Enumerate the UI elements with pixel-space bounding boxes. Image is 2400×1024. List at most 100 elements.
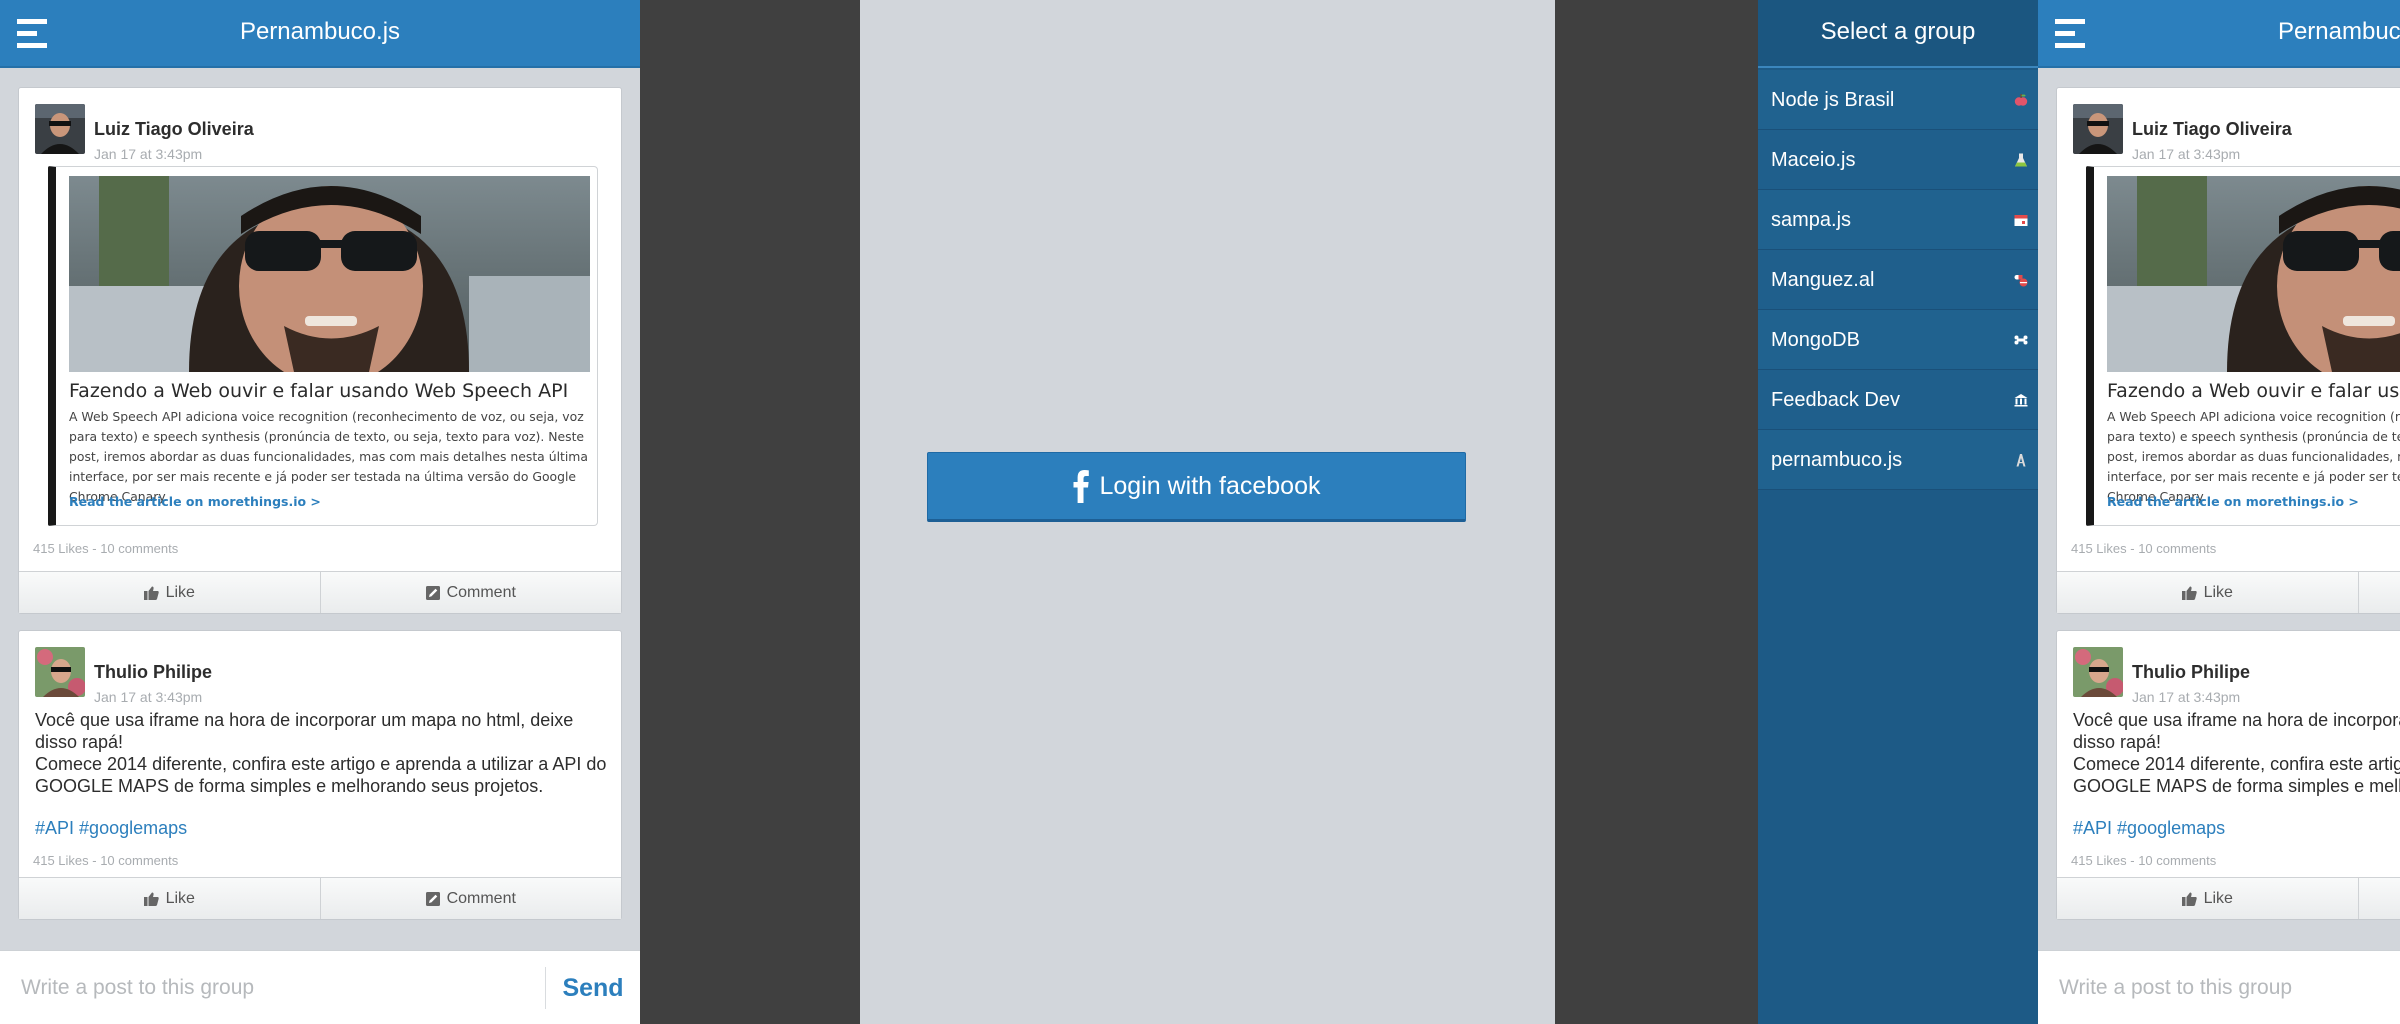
comment-label: Comment bbox=[446, 889, 516, 907]
calendar-icon bbox=[2014, 215, 2028, 226]
post-stats: 415 Likes - 10 comments bbox=[33, 853, 179, 868]
groups-title: Select a group bbox=[1820, 18, 1976, 45]
bank-icon bbox=[2014, 394, 2028, 407]
comment-label: Comment bbox=[446, 583, 516, 601]
post-date: Jan 17 at 3:43pm bbox=[94, 146, 203, 162]
article-excerpt: A Web Speech API adiciona voice recognit… bbox=[2107, 409, 2400, 504]
post-stats: 415 Likes - 10 comments bbox=[2071, 541, 2217, 556]
feed-panel: Pernambuco.js Luiz Tiago Oliveira Jan 17… bbox=[0, 0, 640, 1024]
feed-screen: Pernambuco.js Luiz Tiago Oliveira Jan 17… bbox=[2038, 0, 2400, 1024]
thumbs-up-icon bbox=[2181, 586, 2197, 600]
group-name: sampa.js bbox=[1771, 209, 1852, 231]
post-card: Thulio Philipe Jan 17 at 3:43pm Você que… bbox=[18, 630, 622, 920]
like-button[interactable]: Like bbox=[19, 878, 320, 919]
top-bar: Pernambuco.js bbox=[0, 0, 640, 68]
group-item-maceio-js[interactable]: Maceio.js bbox=[1758, 130, 2038, 190]
tower-icon bbox=[2016, 454, 2026, 467]
group-title: Pernambuco.js bbox=[239, 18, 401, 45]
comment-button[interactable]: Comment bbox=[319, 572, 622, 613]
facebook-login-button[interactable]: Login with facebook bbox=[927, 452, 1466, 522]
flask-icon bbox=[2015, 153, 2027, 167]
pills-icon bbox=[2014, 275, 2028, 287]
article-image bbox=[69, 176, 590, 372]
avatar[interactable] bbox=[2073, 647, 2123, 697]
group-item-sampa-js[interactable]: sampa.js bbox=[1758, 190, 2038, 250]
avatar[interactable] bbox=[2073, 104, 2123, 154]
hashtag-link[interactable]: #googlemaps bbox=[79, 818, 187, 838]
post-text-line: Você que usa iframe na hora de incorpora… bbox=[2073, 710, 2400, 752]
like-label: Like bbox=[165, 889, 195, 907]
group-name: Node js Brasil bbox=[1771, 89, 1895, 111]
post-tags: #API #googlemaps bbox=[35, 818, 187, 839]
hashtag-link[interactable]: #googlemaps bbox=[2117, 818, 2225, 838]
post-body: Você que usa iframe na hora de incorpora… bbox=[35, 709, 610, 797]
group-item-node-js-brasil[interactable]: Node js Brasil bbox=[1758, 70, 2038, 130]
post-composer: Send bbox=[0, 950, 640, 1024]
group-name: pernambuco.js bbox=[1771, 449, 1903, 471]
group-item-mongodb[interactable]: MongoDB bbox=[1758, 310, 2038, 370]
group-item-pernambuco-js[interactable]: pernambuco.js bbox=[1758, 430, 2038, 490]
screenshot-canvas: Pernambuco.js Luiz Tiago Oliveira Jan 17… bbox=[0, 0, 2400, 1024]
article-preview[interactable]: Fazendo a Web ouvir e falar usando Web S… bbox=[2086, 166, 2400, 526]
group-title: Pernambuco.js bbox=[2277, 18, 2400, 45]
like-label: Like bbox=[165, 583, 195, 601]
post-stats: 415 Likes - 10 comments bbox=[33, 541, 179, 556]
hashtag-link[interactable]: #API bbox=[2073, 818, 2112, 838]
author-name[interactable]: Luiz Tiago Oliveira bbox=[2132, 119, 2292, 140]
post-card: Luiz Tiago Oliveira Jan 17 at 3:43pm Faz… bbox=[18, 87, 622, 614]
hashtag-link[interactable]: #API bbox=[35, 818, 74, 838]
post-composer: Send bbox=[2038, 950, 2400, 1024]
feed-panel-preview: Pernambuco.js Luiz Tiago Oliveira Jan 17… bbox=[2038, 0, 2400, 1024]
read-article-link[interactable]: Read the article on morethings.io > bbox=[2107, 494, 2359, 509]
thumbs-up-icon bbox=[143, 586, 159, 600]
group-selector: Select a group Node js Brasil Maceio.js … bbox=[1758, 0, 2038, 1024]
read-article-link[interactable]: Read the article on morethings.io > bbox=[69, 494, 321, 509]
apple-icon bbox=[2014, 94, 2028, 106]
group-item-feedback-dev[interactable]: Feedback Dev bbox=[1758, 370, 2038, 430]
post-input[interactable] bbox=[2038, 951, 2400, 1024]
group-name: Feedback Dev bbox=[1771, 389, 1900, 411]
post-date: Jan 17 at 3:43pm bbox=[2132, 689, 2241, 705]
group-list: Node js Brasil Maceio.js sampa.js Mangue… bbox=[1758, 70, 2038, 490]
facebook-f-icon bbox=[1073, 470, 1089, 503]
article-title: Fazendo a Web ouvir e falar usando Web S… bbox=[69, 380, 569, 402]
author-name[interactable]: Thulio Philipe bbox=[2132, 662, 2250, 683]
edit-icon bbox=[425, 891, 440, 906]
login-screen: Login with facebook bbox=[860, 0, 1555, 1024]
article-excerpt: A Web Speech API adiciona voice recognit… bbox=[69, 409, 588, 504]
post-text-line: Você que usa iframe na hora de incorpora… bbox=[35, 710, 574, 752]
like-button[interactable]: Like bbox=[19, 572, 320, 613]
author-name[interactable]: Luiz Tiago Oliveira bbox=[94, 119, 254, 140]
comment-button[interactable]: Comment bbox=[2357, 572, 2400, 613]
post-stats: 415 Likes - 10 comments bbox=[2071, 853, 2217, 868]
like-label: Like bbox=[2203, 889, 2233, 907]
post-tags: #API #googlemaps bbox=[2073, 818, 2225, 839]
thumbs-up-icon bbox=[143, 892, 159, 906]
comment-button[interactable]: Comment bbox=[319, 878, 622, 919]
post-date: Jan 17 at 3:43pm bbox=[2132, 146, 2241, 162]
like-button[interactable]: Like bbox=[2057, 878, 2358, 919]
article-preview[interactable]: Fazendo a Web ouvir e falar usando Web S… bbox=[48, 166, 598, 526]
post-card: Luiz Tiago Oliveira Jan 17 at 3:43pm Faz… bbox=[2056, 87, 2400, 614]
group-name: Manguez.al bbox=[1771, 269, 1875, 291]
author-name[interactable]: Thulio Philipe bbox=[94, 662, 212, 683]
feed-screen: Pernambuco.js Luiz Tiago Oliveira Jan 17… bbox=[0, 0, 640, 1024]
like-button[interactable]: Like bbox=[2057, 572, 2358, 613]
avatar[interactable] bbox=[35, 104, 85, 154]
post-date: Jan 17 at 3:43pm bbox=[94, 689, 203, 705]
send-button[interactable]: Send bbox=[546, 951, 640, 1024]
group-item-manguez-al[interactable]: Manguez.al bbox=[1758, 250, 2038, 310]
post-card: Thulio Philipe Jan 17 at 3:43pm Você que… bbox=[2056, 630, 2400, 920]
edit-icon bbox=[425, 585, 440, 600]
post-actions: Like Comment bbox=[19, 571, 621, 613]
comment-button[interactable]: Comment bbox=[2357, 878, 2400, 919]
post-input[interactable] bbox=[0, 951, 545, 1024]
groups-header: Select a group bbox=[1758, 0, 2038, 68]
post-actions: Like Comment bbox=[2057, 877, 2400, 919]
post-actions: Like Comment bbox=[19, 877, 621, 919]
bone-icon bbox=[2014, 335, 2028, 345]
top-bar: Pernambuco.js bbox=[2038, 0, 2400, 68]
avatar[interactable] bbox=[35, 647, 85, 697]
post-text-line: Comece 2014 diferente, confira este arti… bbox=[35, 754, 607, 796]
post-text-line: Comece 2014 diferente, confira este arti… bbox=[2073, 754, 2400, 796]
